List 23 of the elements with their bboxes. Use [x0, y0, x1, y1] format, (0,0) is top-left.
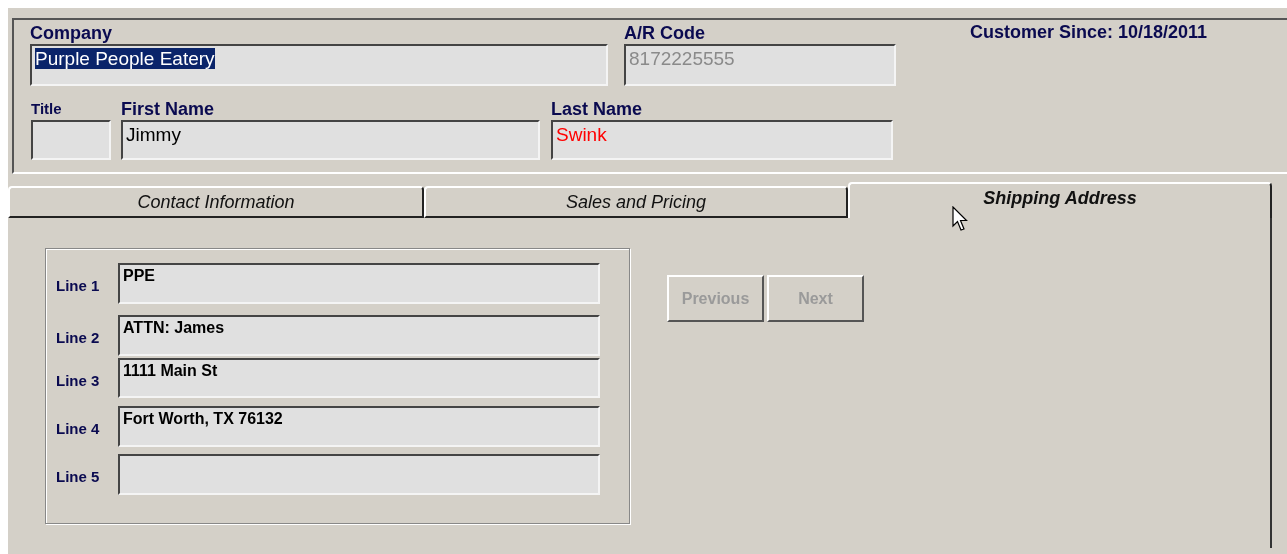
- field-label: Title: [31, 99, 63, 119]
- field-label: First Name: [121, 98, 216, 120]
- line-label: Line 1: [56, 276, 101, 294]
- address-field[interactable]: PPE: [118, 263, 600, 304]
- line-label: Line 4: [56, 419, 101, 437]
- line-label: Line 3: [56, 370, 101, 389]
- field-label: Last Name: [551, 98, 644, 120]
- address-field[interactable]: 1111 Main St: [118, 358, 600, 398]
- tab[interactable]: Contact Information: [8, 186, 424, 218]
- text-field[interactable]: Jimmy: [121, 120, 540, 160]
- line-label: Line 5: [56, 467, 101, 485]
- text-field[interactable]: [31, 120, 111, 160]
- customer-since: Customer Since: 10/18/2011: [970, 22, 1208, 43]
- address-field[interactable]: [118, 454, 600, 495]
- text-field[interactable]: Purple People Eatery: [30, 44, 608, 86]
- address-field[interactable]: ATTN: James: [118, 315, 600, 356]
- line-label: Line 2: [56, 328, 101, 346]
- address-field[interactable]: Fort Worth, TX 76132: [118, 406, 600, 447]
- field-label: A/R Code: [624, 22, 706, 44]
- field-label: Company: [30, 22, 113, 44]
- cursor-icon: [952, 206, 968, 232]
- tab[interactable]: Sales and Pricing: [424, 186, 848, 218]
- tab[interactable]: Shipping Address: [848, 182, 1272, 218]
